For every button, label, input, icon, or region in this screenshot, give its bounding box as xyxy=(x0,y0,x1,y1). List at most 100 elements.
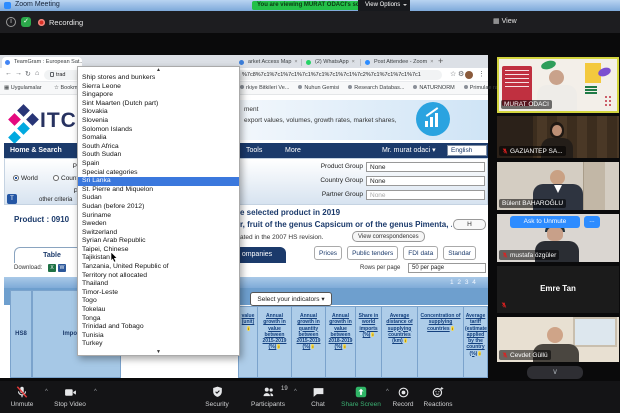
dropdown-option[interactable]: South Africa xyxy=(78,143,239,152)
nav-more[interactable]: More xyxy=(285,143,301,158)
pagination[interactable]: 1 2 3 4 xyxy=(450,279,477,286)
reactions-button[interactable]: Reactions xyxy=(415,384,461,408)
dropdown-option[interactable]: Sint Maarten (Dutch part) xyxy=(78,100,239,109)
browser-menu-icon[interactable]: ⋮ xyxy=(478,70,485,78)
participant-tile-bulent[interactable]: Bülent BAHAROĞLU xyxy=(497,162,619,210)
dropdown-option[interactable]: Spain xyxy=(78,160,239,169)
dropdown-option[interactable]: Sierra Leone xyxy=(78,83,239,92)
scroll-up-icon[interactable]: ▲ xyxy=(78,67,239,74)
select-indicators-button[interactable]: Select your indicators ▾ xyxy=(250,292,332,306)
dropdown-option[interactable]: Thailand xyxy=(78,280,239,289)
dropdown-option[interactable]: Tonga xyxy=(78,315,239,324)
action-button[interactable]: FDI data xyxy=(403,246,438,260)
column-header[interactable]: Annual growth in value between 2015-2019… xyxy=(258,306,292,378)
bookmark-star-icon[interactable]: ☆ xyxy=(450,70,456,78)
stop-video-button[interactable]: Stop Video xyxy=(48,384,92,408)
dropdown-option[interactable]: Ship stores and bunkers xyxy=(78,74,239,83)
back-icon[interactable]: ← xyxy=(5,70,12,77)
dropdown-option[interactable]: Tajikistan xyxy=(78,254,239,263)
dropdown-option[interactable]: Timor-Leste xyxy=(78,289,239,298)
dropdown-option[interactable]: Syrian Arab Republic xyxy=(78,237,239,246)
user-menu[interactable]: Mr. murat odaci ▾ xyxy=(382,143,436,158)
hs-history-button[interactable]: H xyxy=(453,219,486,230)
dropdown-option[interactable]: Sudan xyxy=(78,194,239,203)
product-group-value[interactable]: None xyxy=(366,162,485,172)
forward-icon[interactable]: → xyxy=(15,70,22,77)
dropdown-option[interactable]: Taipei, Chinese xyxy=(78,246,239,255)
dropdown-option[interactable]: Switzerland xyxy=(78,229,239,238)
column-header[interactable]: Average distance of supplying countries … xyxy=(382,306,418,378)
dropdown-option[interactable]: Tokelau xyxy=(78,306,239,315)
extensions-icon[interactable]: ⚙ xyxy=(458,70,464,78)
view-correspondences-button[interactable]: View correspondences xyxy=(352,231,425,242)
scroll-down-icon[interactable]: ▼ xyxy=(78,349,239,356)
action-button[interactable]: Standar xyxy=(443,246,476,260)
collapse-sidebar-button[interactable]: ∨ xyxy=(527,366,583,379)
dropdown-option[interactable]: Special categories xyxy=(78,169,239,178)
bookmark-item[interactable]: Research Databas... xyxy=(348,85,404,91)
nav-tools[interactable]: Tools xyxy=(246,143,262,158)
column-header[interactable]: Average tariff (estimated) applied by th… xyxy=(464,306,488,378)
share-screen-button[interactable]: Share Screen xyxy=(339,384,383,408)
participant-tile-gaziantep[interactable]: GAZIANTEP SA... xyxy=(497,116,619,158)
dropdown-option[interactable]: Slovenia xyxy=(78,117,239,126)
view-layout-button[interactable]: ▦View xyxy=(488,15,522,29)
bookmark-apps[interactable]: ▦ Uygulamalar xyxy=(4,85,42,91)
dropdown-option[interactable]: Slovakia xyxy=(78,108,239,117)
dropdown-option[interactable]: Togo xyxy=(78,297,239,306)
participant-tile-cevdet[interactable]: Cevdet Güllü xyxy=(497,317,619,362)
bookmark-item[interactable]: NATURNORM xyxy=(413,85,454,91)
word-export-icon[interactable]: W xyxy=(58,264,66,272)
tab-close-icon[interactable]: × xyxy=(352,59,355,65)
browser-tab-zoom[interactable]: Post Attendee - Zoom× xyxy=(362,57,434,68)
security-button[interactable]: Security xyxy=(195,384,239,408)
view-options-button[interactable]: View Options xyxy=(358,0,410,11)
browser-profile-avatar[interactable] xyxy=(465,71,473,79)
action-button[interactable]: Public tenders xyxy=(347,246,398,260)
language-select[interactable]: English xyxy=(447,145,487,156)
column-header[interactable]: Share in world imports (%) xyxy=(356,306,382,378)
column-header[interactable]: Concentration of supplying countries xyxy=(418,306,464,378)
dropdown-option[interactable]: Tunisia xyxy=(78,332,239,341)
video-options-caret[interactable]: ^ xyxy=(94,389,97,395)
trademap-mini-icon[interactable]: T xyxy=(7,194,17,204)
action-button[interactable]: Prices xyxy=(314,246,342,260)
column-header-hs[interactable]: HS8 xyxy=(10,290,32,378)
home-icon[interactable]: ⌂ xyxy=(35,70,39,77)
dropdown-option[interactable]: Solomon Islands xyxy=(78,126,239,135)
column-header[interactable]: Annual growth in quantity between 2015-2… xyxy=(292,306,326,378)
browser-tab-teamgram[interactable]: TeamGram : European Sat... xyxy=(2,57,82,68)
dropdown-option[interactable]: Suriname xyxy=(78,212,239,221)
dropdown-option[interactable]: Somalia xyxy=(78,134,239,143)
meeting-info-icon[interactable]: i xyxy=(6,17,16,27)
dropdown-option[interactable]: South Sudan xyxy=(78,151,239,160)
column-header[interactable]: Annual growth in value between 2018-2019… xyxy=(326,306,356,378)
participant-tile-mustafa[interactable]: Ask to Unmute ... mustafa özgüler xyxy=(497,214,619,262)
browser-tab-whatsapp[interactable]: (2) WhatsApp× xyxy=(303,57,359,68)
browser-tab-market-access-map[interactable]: arket Access Map× xyxy=(236,57,300,68)
other-criteria-link[interactable]: other criteria xyxy=(39,197,72,203)
tab-close-icon[interactable]: × xyxy=(294,59,297,65)
world-radio[interactable]: World xyxy=(13,175,38,182)
rows-per-page-select[interactable]: 50 per page xyxy=(408,263,486,273)
dropdown-option[interactable]: Territory not allocated xyxy=(78,272,239,281)
new-tab-button[interactable]: + xyxy=(438,56,443,66)
participant-more-button[interactable]: ... xyxy=(584,216,600,228)
dropdown-option[interactable]: Turkey xyxy=(78,340,239,349)
dropdown-option[interactable]: Singapore xyxy=(78,91,239,100)
chat-button[interactable]: Chat xyxy=(296,384,340,408)
nav-home-search[interactable]: Home & Search xyxy=(10,143,62,158)
country-group-value[interactable]: None xyxy=(366,176,485,186)
dropdown-option[interactable]: Sri Lanka xyxy=(78,177,239,186)
excel-export-icon[interactable]: X xyxy=(48,264,56,272)
column-header[interactable]: value (unit) xyxy=(238,306,258,378)
participant-tile-emre[interactable]: Emre Tan xyxy=(497,266,619,313)
dropdown-option[interactable]: Trinidad and Tobago xyxy=(78,323,239,332)
dropdown-option[interactable]: Sweden xyxy=(78,220,239,229)
dropdown-option[interactable]: Sudan (before 2012) xyxy=(78,203,239,212)
ask-to-unmute-button[interactable]: Ask to Unmute xyxy=(510,216,580,228)
dropdown-option[interactable]: Tanzania, United Republic of xyxy=(78,263,239,272)
unmute-button[interactable]: Unmute xyxy=(2,384,42,408)
tab-close-icon[interactable]: × xyxy=(430,59,433,65)
bookmark-item[interactable]: rkiye Bitkileri Ve... xyxy=(240,85,289,91)
